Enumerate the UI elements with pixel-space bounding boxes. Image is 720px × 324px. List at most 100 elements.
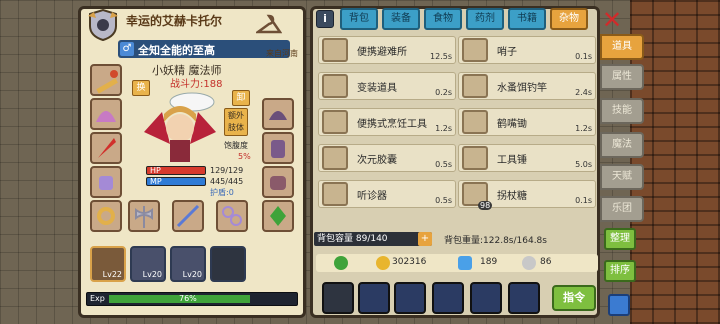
equip-slot-halberd[interactable] bbox=[172, 200, 204, 232]
equip-slot-boots[interactable] bbox=[262, 200, 294, 232]
item-name: 水蚤饵钓竿 bbox=[497, 83, 547, 94]
pickaxe-icon bbox=[462, 110, 488, 134]
expand-bag-button[interactable]: + bbox=[418, 232, 432, 246]
item-name: 听诊器 bbox=[357, 191, 387, 202]
equip-slot-amulet[interactable] bbox=[90, 200, 122, 232]
shield-value: 护盾:0 bbox=[210, 188, 234, 197]
side-tab-band[interactable]: 乐团 bbox=[600, 196, 644, 222]
party-member-2[interactable]: Lv20 bbox=[130, 246, 166, 282]
item-time: 1.2s bbox=[575, 124, 592, 133]
character-portrait bbox=[144, 92, 216, 162]
item-name: 次元胶囊 bbox=[357, 155, 397, 166]
inventory-item[interactable]: 水蚤饵钓竿 2.4s bbox=[458, 72, 596, 100]
stethoscope-icon bbox=[322, 182, 348, 206]
tab-food[interactable]: 食物 bbox=[424, 8, 462, 30]
equip-slot-armor[interactable] bbox=[262, 132, 294, 164]
gold-coin-icon bbox=[376, 256, 390, 270]
close-icon[interactable]: ✕ bbox=[600, 8, 624, 32]
class-emblem-icon bbox=[88, 8, 118, 42]
item-quantity: 98 bbox=[478, 201, 493, 210]
search-icon[interactable] bbox=[608, 294, 630, 316]
side-tab-talent[interactable]: 天赋 bbox=[600, 164, 644, 190]
side-tab-attributes[interactable]: 属性 bbox=[600, 64, 644, 90]
exp-percent: 76% bbox=[179, 294, 197, 303]
gold-amount: 302316 bbox=[392, 257, 427, 267]
inventory-item[interactable]: 工具锤 5.0s bbox=[458, 144, 596, 172]
helmet-icon bbox=[269, 111, 287, 120]
hammer-icon bbox=[462, 146, 488, 170]
skill-sword-button[interactable] bbox=[358, 282, 390, 314]
inventory-item[interactable]: 变装道具 0.2s bbox=[318, 72, 456, 100]
item-time: 2.4s bbox=[575, 88, 592, 97]
bag-weight: 背包重量:122.8s/164.8s bbox=[444, 236, 547, 246]
fishing-rod-icon bbox=[462, 74, 488, 98]
token-icon bbox=[522, 256, 536, 270]
item-time: 1.2s bbox=[435, 124, 452, 133]
command-button[interactable]: 指令 bbox=[552, 285, 596, 311]
inventory-item[interactable]: 哨子 0.1s bbox=[458, 36, 596, 64]
item-name: 便携避难所 bbox=[357, 47, 407, 58]
inventory-item[interactable]: 便携避难所 12.5s bbox=[318, 36, 456, 64]
side-tab-items[interactable]: 道具 bbox=[600, 34, 644, 60]
skill-tool-button[interactable] bbox=[432, 282, 464, 314]
item-time: 5.0s bbox=[575, 160, 592, 169]
charm-icon bbox=[99, 176, 113, 190]
equip-slot-weapon[interactable] bbox=[90, 64, 122, 96]
skill-shield-button[interactable] bbox=[470, 282, 502, 314]
action-slot-1[interactable] bbox=[322, 282, 354, 314]
download-icon[interactable] bbox=[334, 256, 348, 270]
hp-label: HP bbox=[150, 166, 161, 175]
extra-limb-button[interactable]: 额外肢体 bbox=[224, 108, 248, 136]
hanger-icon[interactable] bbox=[256, 14, 282, 36]
unequip-button[interactable]: 卸 bbox=[232, 90, 250, 106]
exp-bar: Exp 76% bbox=[86, 292, 298, 306]
candy-cane-icon: 98 bbox=[462, 182, 493, 210]
item-name: 哨子 bbox=[497, 47, 517, 58]
party-member-1[interactable]: Lv22 bbox=[90, 246, 126, 282]
side-tab-skills[interactable]: 技能 bbox=[600, 98, 644, 124]
equip-slot-ring[interactable] bbox=[90, 166, 122, 198]
currency-bar: 302316 189 86 bbox=[316, 254, 598, 272]
party-level: Lv22 bbox=[102, 270, 122, 279]
equip-slot-offhand[interactable] bbox=[90, 98, 122, 130]
party-level: Lv20 bbox=[142, 270, 162, 279]
tidy-button[interactable]: 整理 bbox=[604, 228, 636, 250]
tab-books[interactable]: 书籍 bbox=[508, 8, 546, 30]
sort-button[interactable]: 排序 bbox=[604, 260, 636, 282]
character-title: 幸运的艾赫卡托尔 bbox=[126, 14, 223, 28]
inventory-item[interactable]: 便携式烹饪工具 1.2s bbox=[318, 108, 456, 136]
armor-icon bbox=[271, 140, 285, 158]
inventory-item[interactable]: 鹤嘴锄 1.2s bbox=[458, 108, 596, 136]
inventory-item[interactable]: 98 拐杖糖 0.1s bbox=[458, 180, 596, 210]
side-tab-magic[interactable]: 魔法 bbox=[600, 132, 644, 158]
item-name: 拐杖糖 bbox=[497, 191, 527, 202]
disguise-icon bbox=[322, 74, 348, 98]
item-time: 0.5s bbox=[435, 196, 452, 205]
axe-icon bbox=[135, 206, 153, 228]
inventory-item[interactable]: 听诊器 0.5s bbox=[318, 180, 456, 208]
epithet-label: 全知全能的至高 bbox=[138, 44, 215, 57]
equip-slot-axe[interactable] bbox=[128, 200, 160, 232]
info-button[interactable]: i bbox=[316, 10, 334, 28]
item-time: 0.5s bbox=[435, 160, 452, 169]
skill-fist-button[interactable] bbox=[508, 282, 540, 314]
equip-slot-helmet[interactable] bbox=[262, 98, 294, 130]
item-name: 变装道具 bbox=[357, 83, 397, 94]
equip-slot-accessory[interactable] bbox=[90, 132, 122, 164]
equip-slot-chain[interactable] bbox=[216, 200, 248, 232]
tab-potion[interactable]: 药剂 bbox=[466, 8, 504, 30]
item-time: 0.2s bbox=[435, 88, 452, 97]
whistle-icon bbox=[462, 38, 488, 62]
cooking-icon bbox=[322, 110, 348, 134]
equip-slot-gloves[interactable] bbox=[262, 166, 294, 198]
inventory-item[interactable]: 次元胶囊 0.5s bbox=[318, 144, 456, 172]
party-member-empty[interactable] bbox=[210, 246, 246, 282]
party-member-3[interactable]: Lv20 bbox=[170, 246, 206, 282]
tab-backpack[interactable]: 背包 bbox=[340, 8, 378, 30]
tab-equipment[interactable]: 装备 bbox=[382, 8, 420, 30]
tab-misc[interactable]: 杂物 bbox=[550, 8, 588, 30]
shell-icon bbox=[96, 111, 116, 122]
gem-icon bbox=[458, 256, 472, 270]
skill-lightning-button[interactable] bbox=[394, 282, 426, 314]
combat-power: 战斗力:188 bbox=[170, 79, 223, 90]
